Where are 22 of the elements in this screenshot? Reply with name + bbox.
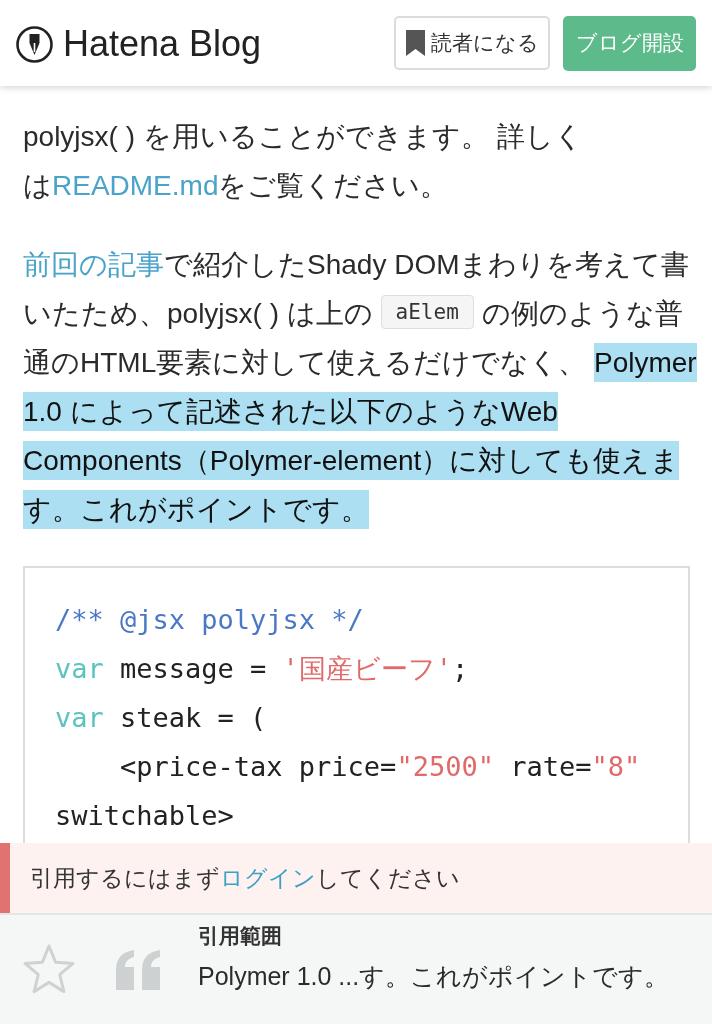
code-line: <price-tax price="2500" rate="8" switchable>	[55, 750, 642, 833]
start-blog-button[interactable]: ブログ開設	[563, 15, 696, 71]
quote-excerpt: Polymer 1.0 ...す。これがポイントです。	[198, 961, 670, 992]
quote-range-label: 引用範囲	[198, 923, 283, 949]
body-paragraph: polyjsx( ) を用いることができます。 詳しく はREADME.mdをご覧ください。	[23, 120, 584, 203]
code-line: var steak = (	[55, 701, 268, 735]
blog-logo-text[interactable]: Hatena Blog	[63, 24, 262, 64]
text-link[interactable]: 前回の記事	[23, 249, 164, 280]
selected-text: Polymer	[594, 343, 697, 382]
inline-code: aElem	[380, 295, 474, 329]
login-notice-text: 引用するにはまず ログイン してください	[30, 863, 460, 893]
login-link[interactable]: ログイン	[220, 864, 316, 891]
selected-text: Components（Polymer-element）に対しても使えま	[23, 441, 680, 480]
text-link[interactable]: README.md	[52, 170, 219, 201]
bookmark-icon	[405, 30, 425, 56]
selected-text: 1.0 によって記述された以下のようなWeb	[23, 392, 558, 431]
subscribe-button[interactable]: 読者になる	[394, 16, 550, 70]
pen-nib-logo-icon	[16, 25, 53, 63]
quote-mark-icon[interactable]	[116, 949, 162, 990]
code-line: /** @jsx polyjsx */	[55, 603, 365, 637]
code-line: var message = '国産ビーフ';	[55, 652, 470, 686]
selected-text: す。これがポイントです。	[23, 490, 369, 529]
